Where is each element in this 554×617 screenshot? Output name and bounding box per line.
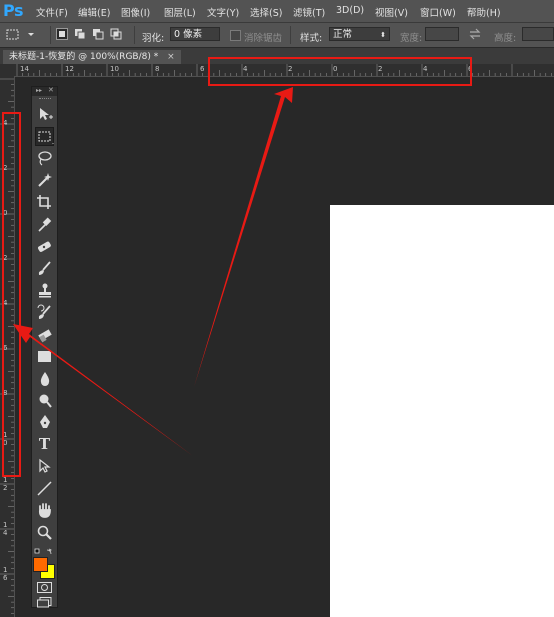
- annotation-arrows: [13, 87, 293, 456]
- annotation-arrow-up: [194, 87, 293, 387]
- annotation-arrow-left: [13, 324, 193, 456]
